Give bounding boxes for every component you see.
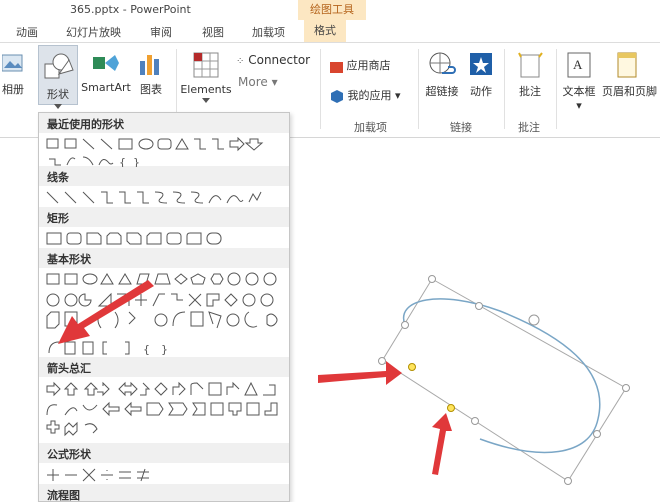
hyperlink-button[interactable]: 超链接 xyxy=(422,51,462,99)
chart-button[interactable]: 图表 xyxy=(134,51,168,97)
connector-label: Connector xyxy=(248,53,311,67)
tab-addins[interactable]: 加载项 xyxy=(252,24,285,40)
shapes-label: 形状 xyxy=(47,88,69,101)
ribbon-separator xyxy=(504,49,505,129)
section-lines: 线条 xyxy=(39,166,289,186)
gallery-row xyxy=(39,377,289,443)
section-flowchart: 流程图 xyxy=(39,484,289,501)
hyperlink-label: 超链接 xyxy=(425,85,459,98)
elements-icon xyxy=(193,52,219,78)
ribbon-separator xyxy=(556,49,557,129)
action-icon xyxy=(470,53,492,75)
app-store-button[interactable]: 应用商店 xyxy=(330,57,391,73)
svg-text:}: } xyxy=(133,156,140,167)
arc-shape xyxy=(402,298,601,454)
resize-handle xyxy=(564,477,572,485)
textbox-label: 文本框 xyxy=(562,85,596,98)
store-icon xyxy=(330,61,343,73)
links-group-label: 链接 xyxy=(450,121,472,134)
connector-button[interactable]: ⁘ Connector xyxy=(236,53,310,67)
context-group-drawing-tools: 绘图工具 xyxy=(298,0,366,20)
header-footer-label: 页眉和页脚 xyxy=(602,85,657,98)
my-apps-label: 我的应用 xyxy=(347,89,392,102)
adjustment-handle xyxy=(447,404,455,412)
resize-handle xyxy=(428,275,436,283)
ribbon-separator xyxy=(418,49,419,129)
textbox-icon: A xyxy=(567,52,591,78)
rectangles-icons xyxy=(46,232,222,245)
hyperlink-icon xyxy=(429,52,456,74)
resize-handle xyxy=(401,321,409,329)
album-button[interactable]: 相册 xyxy=(0,51,26,97)
more-label: More xyxy=(238,75,268,89)
resize-handle xyxy=(378,357,386,365)
tab-format[interactable]: 格式 xyxy=(304,20,346,42)
title-bar: 365.pptx - PowerPoint 绘图工具 xyxy=(0,0,660,20)
chart-label: 图表 xyxy=(140,83,162,96)
section-rectangles: 矩形 xyxy=(39,207,289,227)
smartart-icon xyxy=(93,55,119,71)
header-footer-icon xyxy=(617,52,637,78)
action-label: 动作 xyxy=(470,85,492,98)
svg-text:A: A xyxy=(573,57,583,72)
comment-icon xyxy=(518,52,543,78)
comment-button[interactable]: 批注 xyxy=(510,51,550,99)
resize-handle xyxy=(622,384,630,392)
powerpoint-window: 365.pptx - PowerPoint 绘图工具 动画 幻灯片放映 审阅 视… xyxy=(0,0,660,502)
my-apps-button[interactable]: 我的应用 ▾ xyxy=(330,87,401,103)
section-basic-shapes: 基本形状 xyxy=(39,248,289,268)
connector-icon: ⁘ xyxy=(236,56,245,67)
gallery-row xyxy=(39,186,289,207)
gallery-row xyxy=(39,227,289,248)
recent-shapes-icons: {} xyxy=(46,136,264,169)
annotation-arrow-up xyxy=(432,413,452,475)
comment-label: 批注 xyxy=(519,85,541,98)
ribbon-tabs: 动画 幻灯片放映 审阅 视图 加载项 格式 xyxy=(0,20,660,42)
album-label: 相册 xyxy=(2,83,24,96)
chart-icon xyxy=(140,55,159,75)
album-icon xyxy=(2,54,23,72)
selection-bounding-box xyxy=(381,278,627,482)
tab-animations[interactable]: 动画 xyxy=(16,24,38,40)
window-title: 365.pptx - PowerPoint xyxy=(70,3,191,16)
annotation-arrow-right xyxy=(318,361,402,385)
smartart-label: SmartArt xyxy=(81,81,131,94)
elements-label: Elements xyxy=(180,83,232,96)
section-block-arrows: 箭头总汇 xyxy=(39,357,289,377)
chevron-down-icon xyxy=(202,98,210,103)
ribbon-separator xyxy=(320,49,321,129)
section-equation-shapes: 公式形状 xyxy=(39,443,289,463)
resize-handle xyxy=(593,430,601,438)
resize-handle xyxy=(475,302,483,310)
textbox-button[interactable]: A 文本框 ▾ xyxy=(558,51,600,112)
equation-shapes-icons xyxy=(47,468,149,482)
block-arrows-icons xyxy=(46,381,278,437)
elements-button[interactable]: Elements xyxy=(180,51,232,104)
my-apps-icon xyxy=(331,89,343,103)
smartart-button[interactable]: SmartArt xyxy=(80,51,132,94)
tab-view[interactable]: 视图 xyxy=(202,24,224,40)
chevron-down-icon xyxy=(54,104,62,109)
svg-text:{: { xyxy=(119,156,126,167)
gallery-row xyxy=(39,463,289,484)
adjustment-handle xyxy=(408,363,416,371)
resize-handle xyxy=(471,417,479,425)
action-button[interactable]: 动作 xyxy=(464,51,498,99)
app-store-label: 应用商店 xyxy=(346,59,391,72)
header-footer-button[interactable]: 页眉和页脚 xyxy=(602,51,660,99)
section-recent-shapes: 最近使用的形状 xyxy=(39,113,289,133)
rotation-handle xyxy=(528,314,540,326)
lines-icons xyxy=(46,191,262,204)
shapes-icon xyxy=(44,53,74,79)
comments-group-label: 批注 xyxy=(518,121,540,134)
shapes-button[interactable]: 形状 xyxy=(38,45,78,109)
gallery-row: {} xyxy=(39,133,289,169)
tab-slideshow[interactable]: 幻灯片放映 xyxy=(66,24,121,40)
addins-group-label: 加载项 xyxy=(354,121,387,134)
annotation-arrow-gallery xyxy=(58,280,154,344)
more-button[interactable]: More ▾ xyxy=(238,75,278,89)
tab-review[interactable]: 审阅 xyxy=(150,24,172,40)
